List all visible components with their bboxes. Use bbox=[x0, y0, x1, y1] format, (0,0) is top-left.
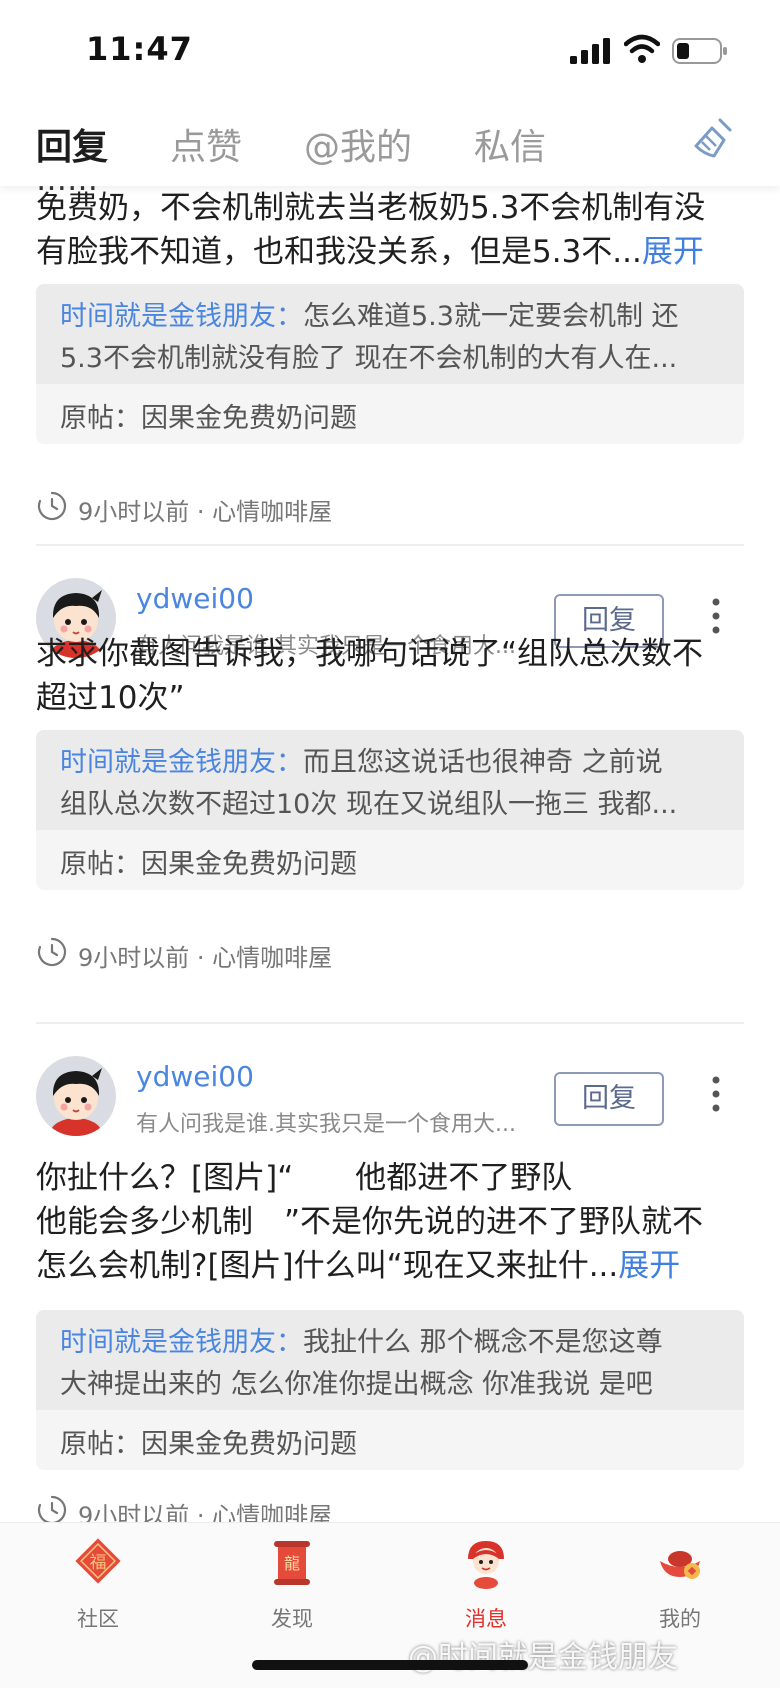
status-time: 11:47 bbox=[86, 30, 193, 68]
wifi-icon bbox=[624, 34, 660, 63]
reply-list[interactable]: …… 免费奶，不会机制就去当老板奶5.3不会机制有没 有脸我不知道，也和我没关系… bbox=[0, 186, 780, 1522]
divider bbox=[36, 544, 744, 546]
quote-line: 组队总次数不超过10次 现在又说组队一拖三 我都... bbox=[60, 789, 678, 820]
more-options-icon[interactable] bbox=[704, 1072, 728, 1116]
dragon-scroll-icon: 龍 bbox=[274, 1541, 310, 1585]
quote-line: 5.3不会机制就没有脸了 现在不会机制的大有人在... bbox=[60, 343, 678, 374]
tab-private-messages[interactable]: 私信 bbox=[474, 118, 546, 170]
quoted-comment[interactable]: 时间就是金钱朋友：而且您这说话也很神奇 之前说 组队总次数不超过10次 现在又说… bbox=[36, 730, 744, 890]
tab-replies[interactable]: 回复 bbox=[36, 118, 108, 170]
quote-line: 大神提出来的 怎么你准你提出概念 你准我说 是吧 bbox=[60, 1369, 653, 1400]
reply-text-line: 他能会多少机制 ”不是你先说的进不了野队就不 bbox=[36, 1204, 704, 1240]
reply-time-forum: 9小时以前 · 心情咖啡屋 bbox=[78, 944, 333, 972]
original-post-label: 原帖： bbox=[60, 849, 141, 880]
reply-text-line: 你扯什么？[图片]“ 他都进不了野队 bbox=[36, 1160, 573, 1196]
reply-text[interactable]: 求求你截图告诉我，我哪句话说了“组队总次数不 超过10次” bbox=[36, 632, 744, 720]
clear-broom-icon[interactable] bbox=[690, 116, 736, 162]
expand-link[interactable]: 展开 bbox=[618, 1248, 680, 1284]
reply-text-line: 超过10次” bbox=[36, 680, 185, 716]
quote-line: 而且您这说话也很神奇 之前说 bbox=[303, 747, 663, 778]
avatar-cartoon-icon bbox=[36, 1056, 116, 1136]
original-post-link[interactable]: 原帖：因果金免费奶问题 bbox=[60, 1422, 357, 1461]
nav-messages[interactable]: 消息 bbox=[426, 1537, 546, 1647]
clock-icon bbox=[37, 1495, 67, 1522]
nav-label: 我的 bbox=[659, 1607, 701, 1631]
quoted-comment-text: 时间就是金钱朋友：而且您这说话也很神奇 之前说 组队总次数不超过10次 现在又说… bbox=[36, 730, 744, 830]
battery-icon bbox=[672, 38, 727, 64]
reply-text-line: 求求你截图告诉我，我哪句话说了“组队总次数不 bbox=[36, 636, 704, 672]
cellular-signal-icon bbox=[570, 38, 610, 64]
svg-text:龍: 龍 bbox=[284, 1554, 300, 1573]
nav-label: 消息 bbox=[465, 1607, 507, 1631]
reply-text-line: 怎么会机制?[图片]什么叫“现在又来扯什... bbox=[36, 1248, 619, 1284]
reply-time-forum: 9小时以前 · 心情咖啡屋 bbox=[78, 498, 333, 526]
user-signature: 有人问我是谁.其实我只是一个食用大... bbox=[136, 1112, 516, 1137]
quoted-username[interactable]: 时间就是金钱朋友： bbox=[60, 747, 303, 778]
nav-label: 发现 bbox=[271, 1607, 313, 1631]
username[interactable]: ydwei00 bbox=[136, 582, 254, 615]
reply-time-forum: 9小时以前 · 心情咖啡屋 bbox=[78, 1502, 333, 1522]
home-indicator[interactable] bbox=[252, 1660, 528, 1670]
reply-button[interactable]: 回复 bbox=[554, 1072, 664, 1126]
mascot-icon bbox=[468, 1541, 504, 1589]
original-post-title: 因果金免费奶问题 bbox=[141, 403, 357, 434]
reply-text-line: 有脸我不知道，也和我没关系，但是5.3不... bbox=[36, 234, 642, 270]
reply-text[interactable]: 免费奶，不会机制就去当老板奶5.3不会机制有没 有脸我不知道，也和我没关系，但是… bbox=[36, 186, 744, 274]
nav-profile[interactable]: 我的 bbox=[620, 1537, 740, 1647]
quote-line: 怎么难道5.3就一定要会机制 还 bbox=[303, 301, 679, 332]
quoted-comment[interactable]: 时间就是金钱朋友：我扯什么 那个概念不是您这尊 大神提出来的 怎么你准你提出概念… bbox=[36, 1310, 744, 1470]
quoted-comment-text: 时间就是金钱朋友：怎么难道5.3就一定要会机制 还 5.3不会机制就没有脸了 现… bbox=[36, 284, 744, 384]
svg-text:福: 福 bbox=[90, 1553, 107, 1573]
reply-text[interactable]: 你扯什么？[图片]“ 他都进不了野队 他能会多少机制 ”不是你先说的进不了野队就… bbox=[36, 1156, 744, 1288]
nav-label: 社区 bbox=[77, 1607, 119, 1631]
gold-ingot-icon bbox=[660, 1551, 700, 1579]
quoted-comment[interactable]: 时间就是金钱朋友：怎么难道5.3就一定要会机制 还 5.3不会机制就没有脸了 现… bbox=[36, 284, 744, 444]
tab-likes[interactable]: 点赞 bbox=[170, 118, 242, 170]
tab-mentions[interactable]: @我的 bbox=[304, 118, 412, 170]
message-tab-bar: 回复 点赞 @我的 私信 bbox=[0, 100, 780, 186]
username[interactable]: ydwei00 bbox=[136, 1060, 254, 1093]
original-post-label: 原帖： bbox=[60, 403, 141, 434]
divider bbox=[36, 1022, 744, 1024]
original-post-title: 因果金免费奶问题 bbox=[141, 849, 357, 880]
original-post-link[interactable]: 原帖：因果金免费奶问题 bbox=[60, 396, 357, 435]
original-post-link[interactable]: 原帖：因果金免费奶问题 bbox=[60, 842, 357, 881]
expand-link[interactable]: 展开 bbox=[642, 234, 704, 270]
avatar[interactable] bbox=[36, 1056, 116, 1136]
reply-text-line: 免费奶，不会机制就去当老板奶5.3不会机制有没 bbox=[36, 190, 706, 226]
clock-icon bbox=[37, 937, 67, 967]
original-post-title: 因果金免费奶问题 bbox=[141, 1429, 357, 1460]
clock-icon bbox=[37, 491, 67, 521]
nav-community[interactable]: 福 社区 bbox=[38, 1537, 158, 1647]
status-bar: 11:47 bbox=[0, 0, 780, 100]
nav-discover[interactable]: 龍 发现 bbox=[232, 1537, 352, 1647]
quoted-username[interactable]: 时间就是金钱朋友： bbox=[60, 301, 303, 332]
quote-line: 我扯什么 那个概念不是您这尊 bbox=[303, 1327, 663, 1358]
original-post-label: 原帖： bbox=[60, 1429, 141, 1460]
quoted-comment-text: 时间就是金钱朋友：我扯什么 那个概念不是您这尊 大神提出来的 怎么你准你提出概念… bbox=[36, 1310, 744, 1410]
fu-charm-icon: 福 bbox=[75, 1538, 121, 1584]
quoted-username[interactable]: 时间就是金钱朋友： bbox=[60, 1327, 303, 1358]
